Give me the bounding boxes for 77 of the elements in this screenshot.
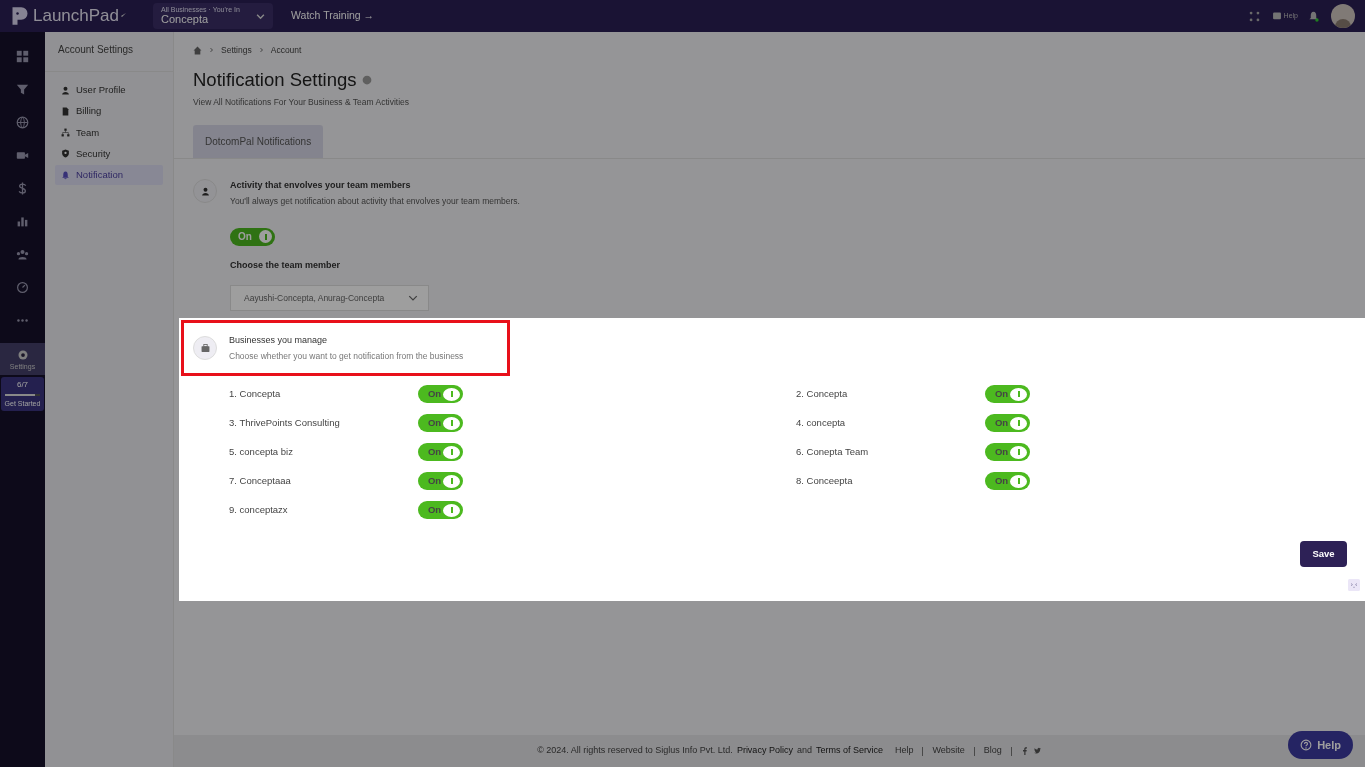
briefcase-icon bbox=[200, 343, 210, 353]
apps-icon[interactable] bbox=[1248, 10, 1260, 22]
toggle-switch[interactable]: On bbox=[985, 443, 1030, 462]
bar-chart-icon[interactable] bbox=[16, 215, 29, 228]
footer-text: and bbox=[796, 744, 812, 758]
settings-menu-item[interactable]: Team bbox=[55, 122, 163, 143]
settings-menu-item[interactable]: User Profile bbox=[55, 80, 163, 101]
shield-icon bbox=[61, 149, 70, 159]
field-label: Choose the team member bbox=[230, 258, 342, 272]
watch-training-link[interactable]: Watch Training → bbox=[291, 8, 375, 24]
gauge-icon[interactable] bbox=[16, 281, 29, 294]
business-name: 7. Conceptaaa bbox=[229, 474, 292, 489]
toggle-switch[interactable]: On bbox=[418, 443, 463, 462]
tab[interactable]: DotcomPal Notifications bbox=[193, 125, 324, 159]
people-icon[interactable] bbox=[16, 248, 29, 261]
copyright-text: © 2024. All rights reserved to Siglus Info Pvt. Ltd. bbox=[537, 744, 733, 758]
section-title: Businesses you manage bbox=[229, 334, 329, 348]
video-camera-icon[interactable] bbox=[16, 149, 29, 162]
toggle-switch[interactable]: On bbox=[418, 414, 463, 433]
footer-link[interactable]: Blog bbox=[983, 744, 1002, 758]
chevron-right-icon bbox=[209, 47, 214, 54]
logo-icon bbox=[10, 5, 30, 27]
business-name: 4. concepta bbox=[796, 416, 847, 431]
settings-icon bbox=[16, 349, 29, 362]
chevron-down-icon bbox=[256, 11, 266, 21]
globe-icon[interactable] bbox=[16, 116, 29, 129]
document-icon bbox=[61, 106, 70, 116]
user-icon bbox=[61, 85, 70, 95]
funnel-icon[interactable] bbox=[16, 83, 29, 96]
toggle-switch[interactable]: On bbox=[985, 414, 1030, 433]
settings-menu-item[interactable]: Security bbox=[55, 143, 163, 164]
business-name: 3. ThrivePoints Consulting bbox=[229, 416, 341, 431]
section-description: Choose whether you want to get notification from the business bbox=[229, 349, 464, 363]
help-button[interactable]: Help bbox=[1288, 730, 1353, 759]
hierarchy-icon bbox=[61, 128, 70, 138]
select-value: Concepta bbox=[161, 13, 210, 26]
progress-reading: 6/7 bbox=[15, 378, 30, 391]
toggle-switch[interactable]: On bbox=[418, 472, 463, 491]
footer-link[interactable]: Help bbox=[894, 744, 914, 758]
avatar[interactable] bbox=[1331, 4, 1355, 28]
business-name: 8. Conceepta bbox=[796, 474, 854, 489]
dollar-icon[interactable] bbox=[16, 182, 29, 195]
save-button[interactable]: Save bbox=[1300, 541, 1347, 568]
grid-icon[interactable] bbox=[16, 50, 29, 63]
chevron-down-icon bbox=[408, 293, 418, 303]
facebook-icon[interactable] bbox=[1020, 747, 1029, 755]
toggle-switch[interactable]: On bbox=[418, 385, 463, 404]
toggle-switch[interactable]: On bbox=[418, 501, 463, 520]
home-icon[interactable] bbox=[193, 45, 202, 55]
footer-link[interactable]: Website bbox=[932, 744, 965, 758]
panel-title: Account Settings bbox=[45, 32, 173, 72]
section-title: Activity that envolves your team members bbox=[230, 179, 412, 193]
settings-menu-item[interactable]: Billing bbox=[55, 101, 163, 122]
bell-icon bbox=[61, 170, 70, 180]
business-name: 6. Conepta Team bbox=[796, 445, 870, 460]
logo-text: LaunchPad bbox=[33, 5, 120, 28]
toggle-switch[interactable]: On bbox=[985, 385, 1030, 404]
page-title: Notification Settings bbox=[193, 67, 357, 92]
business-name: 2. Concepta bbox=[796, 387, 849, 402]
twitter-icon[interactable] bbox=[1032, 747, 1042, 755]
chat-icon bbox=[1271, 11, 1282, 21]
breadcrumb-link[interactable]: Settings bbox=[221, 44, 252, 57]
breadcrumb-link[interactable]: Account bbox=[270, 44, 302, 57]
privacy-policy-link[interactable]: Privacy Policy bbox=[736, 744, 793, 758]
business-name: 9. conceptazx bbox=[229, 503, 289, 518]
bell-icon[interactable] bbox=[1308, 10, 1319, 22]
chevron-right-icon bbox=[258, 47, 264, 54]
chat-widget-icon[interactable] bbox=[1348, 579, 1360, 592]
settings-menu-item[interactable]: Notification bbox=[55, 165, 163, 186]
terms-link[interactable]: Terms of Service bbox=[815, 744, 883, 758]
team-member-select[interactable]: Aayushi-Concepta, Anurag-Concepta bbox=[230, 285, 429, 311]
user-icon bbox=[200, 186, 210, 196]
business-name: 5. concepta biz bbox=[229, 445, 294, 460]
section-description: You'll always get notification about activity that envolves your team members. bbox=[230, 194, 520, 208]
toggle-switch[interactable]: On bbox=[985, 472, 1030, 491]
page-subtitle: View All Notifications For Your Business & Team Activities bbox=[193, 95, 411, 109]
business-name: 1. Concepta bbox=[229, 387, 282, 402]
